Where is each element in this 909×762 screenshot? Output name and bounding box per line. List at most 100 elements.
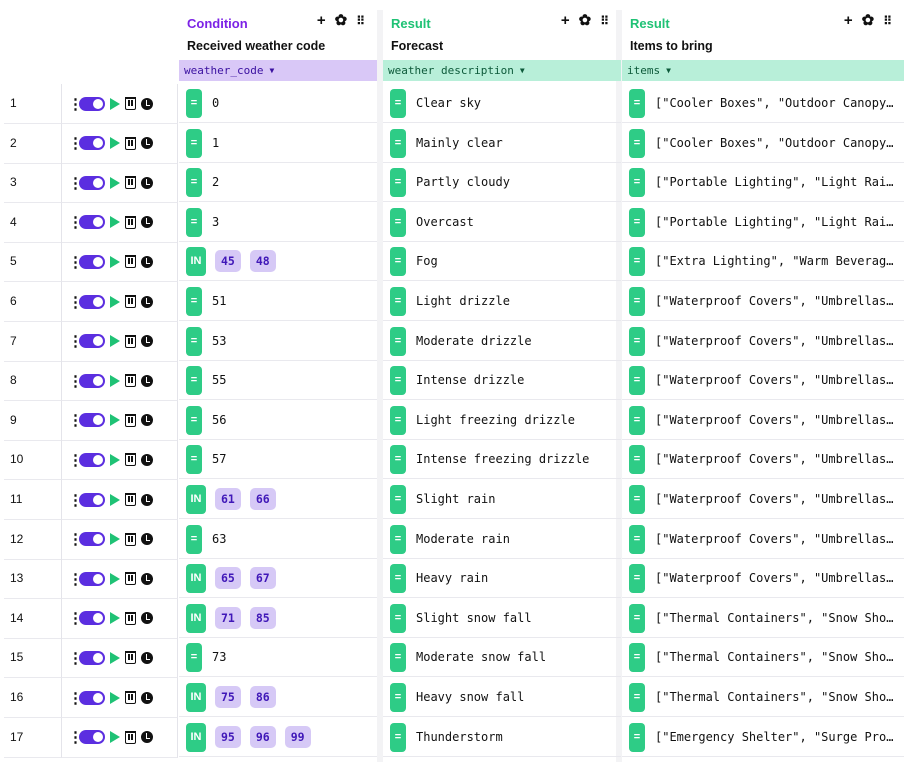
plus-icon[interactable]: + (317, 13, 326, 29)
operator-badge[interactable]: = (629, 524, 645, 554)
operator-badge[interactable]: = (186, 89, 202, 118)
play-icon[interactable] (110, 453, 120, 466)
toggle-icon[interactable] (79, 254, 105, 269)
operator-badge[interactable]: = (629, 445, 645, 475)
trash-icon[interactable] (125, 255, 136, 269)
operator-badge[interactable]: = (629, 683, 645, 712)
kebab-icon[interactable]: ⋮ (68, 332, 83, 350)
operator-badge[interactable]: = (629, 207, 645, 237)
play-icon[interactable] (110, 414, 120, 427)
items-cell[interactable]: = ["Waterproof Covers", "Umbrellas… (622, 440, 904, 480)
condition-cell[interactable]: IN 61 66 (179, 480, 377, 519)
kebab-icon[interactable]: ⋮ (68, 213, 83, 231)
operator-badge[interactable]: = (186, 366, 202, 396)
kebab-icon[interactable]: ⋮ (68, 253, 83, 271)
clock-icon[interactable] (141, 137, 153, 150)
items-cell[interactable]: = ["Waterproof Covers", "Umbrellas… (622, 520, 904, 559)
play-icon[interactable] (110, 374, 120, 387)
value-chip[interactable]: 96 (249, 725, 276, 748)
toggle-icon[interactable] (79, 571, 105, 586)
play-icon[interactable] (110, 335, 120, 348)
operator-badge[interactable]: = (390, 485, 406, 514)
play-icon[interactable] (110, 651, 120, 664)
clock-icon[interactable] (141, 493, 153, 506)
value-chip[interactable]: 66 (249, 488, 276, 510)
items-cell[interactable]: = ["Thermal Containers", "Snow Sho… (622, 599, 904, 638)
kebab-icon[interactable]: ⋮ (68, 451, 83, 469)
items-field-select[interactable]: items ▼ (622, 60, 904, 81)
forecast-cell[interactable]: = Slight snow fall (383, 599, 621, 638)
kebab-icon[interactable]: ⋮ (68, 293, 83, 311)
trash-icon[interactable] (125, 136, 136, 150)
forecast-cell[interactable]: = Moderate rain (383, 520, 621, 559)
kebab-icon[interactable]: ⋮ (68, 530, 83, 548)
play-icon[interactable] (110, 493, 120, 506)
operator-badge[interactable]: = (186, 287, 202, 316)
operator-badge[interactable]: = (390, 603, 406, 633)
items-cell[interactable]: = ["Portable Lighting", "Light Rai… (622, 203, 904, 242)
condition-cell[interactable]: IN 75 86 (179, 678, 377, 717)
operator-badge[interactable]: = (186, 445, 202, 475)
forecast-cell[interactable]: = Overcast (383, 203, 621, 242)
kebab-icon[interactable]: ⋮ (68, 689, 83, 707)
toggle-icon[interactable] (79, 611, 105, 626)
condition-cell[interactable]: = 2 (179, 163, 377, 203)
items-cell[interactable]: = ["Waterproof Covers", "Umbrellas… (622, 282, 904, 321)
forecast-cell[interactable]: = Moderate drizzle (383, 322, 621, 361)
value-chip[interactable]: 65 (215, 567, 241, 590)
condition-cell[interactable]: = 0 (179, 84, 377, 123)
operator-badge[interactable]: = (390, 722, 406, 752)
condition-cell[interactable]: IN 65 67 (179, 559, 377, 599)
plus-icon[interactable]: + (844, 13, 853, 29)
operator-badge[interactable]: = (186, 207, 202, 237)
operator-badge[interactable]: = (390, 564, 406, 594)
operator-badge[interactable]: = (186, 405, 202, 435)
clock-icon[interactable] (141, 295, 153, 308)
clock-icon[interactable] (141, 572, 153, 585)
forecast-cell[interactable]: = Heavy snow fall (383, 678, 621, 717)
toggle-icon[interactable] (79, 492, 105, 507)
trash-icon[interactable] (125, 97, 136, 110)
column-title[interactable]: Received weather code (187, 39, 325, 53)
value-chip[interactable]: 61 (215, 488, 241, 510)
kebab-icon[interactable]: ⋮ (68, 491, 83, 509)
operator-badge[interactable]: = (390, 524, 406, 554)
play-icon[interactable] (110, 572, 120, 585)
toggle-icon[interactable] (79, 730, 105, 745)
condition-cell[interactable]: IN 95 96 99 (179, 718, 377, 757)
kebab-icon[interactable]: ⋮ (68, 570, 83, 588)
operator-badge[interactable]: = (390, 89, 406, 118)
clock-icon[interactable] (141, 97, 153, 110)
toggle-icon[interactable] (79, 334, 105, 349)
operator-badge[interactable]: = (629, 89, 645, 118)
operator-badge[interactable]: IN (186, 564, 206, 594)
play-icon[interactable] (110, 691, 120, 704)
value-chip[interactable]: 86 (249, 686, 276, 708)
grip-icon[interactable]: ⠿ (883, 13, 892, 29)
condition-cell[interactable]: = 55 (179, 361, 377, 401)
condition-cell[interactable]: = 3 (179, 203, 377, 242)
forecast-cell[interactable]: = Moderate snow fall (383, 638, 621, 678)
items-cell[interactable]: = ["Emergency Shelter", "Surge Pro… (622, 718, 904, 757)
value-chip[interactable]: 95 (215, 725, 241, 748)
items-cell[interactable]: = ["Cooler Boxes", "Outdoor Canopy… (622, 124, 904, 163)
forecast-cell[interactable]: = Mainly clear (383, 124, 621, 163)
trash-icon[interactable] (125, 611, 136, 625)
items-cell[interactable]: = ["Waterproof Covers", "Umbrellas… (622, 480, 904, 519)
operator-badge[interactable]: IN (186, 247, 206, 277)
value-chip[interactable]: 48 (249, 250, 276, 273)
trash-icon[interactable] (125, 572, 136, 586)
operator-badge[interactable]: = (390, 366, 406, 396)
operator-badge[interactable]: = (186, 524, 202, 554)
clock-icon[interactable] (141, 176, 153, 189)
operator-badge[interactable]: = (390, 445, 406, 475)
kebab-icon[interactable]: ⋮ (68, 609, 83, 627)
play-icon[interactable] (110, 216, 120, 229)
forecast-cell[interactable]: = Thunderstorm (383, 718, 621, 757)
clock-icon[interactable] (141, 612, 153, 625)
toggle-icon[interactable] (79, 452, 105, 467)
clock-icon[interactable] (141, 691, 153, 704)
clock-icon[interactable] (141, 335, 153, 348)
clock-icon[interactable] (141, 453, 153, 466)
toggle-icon[interactable] (79, 532, 105, 547)
